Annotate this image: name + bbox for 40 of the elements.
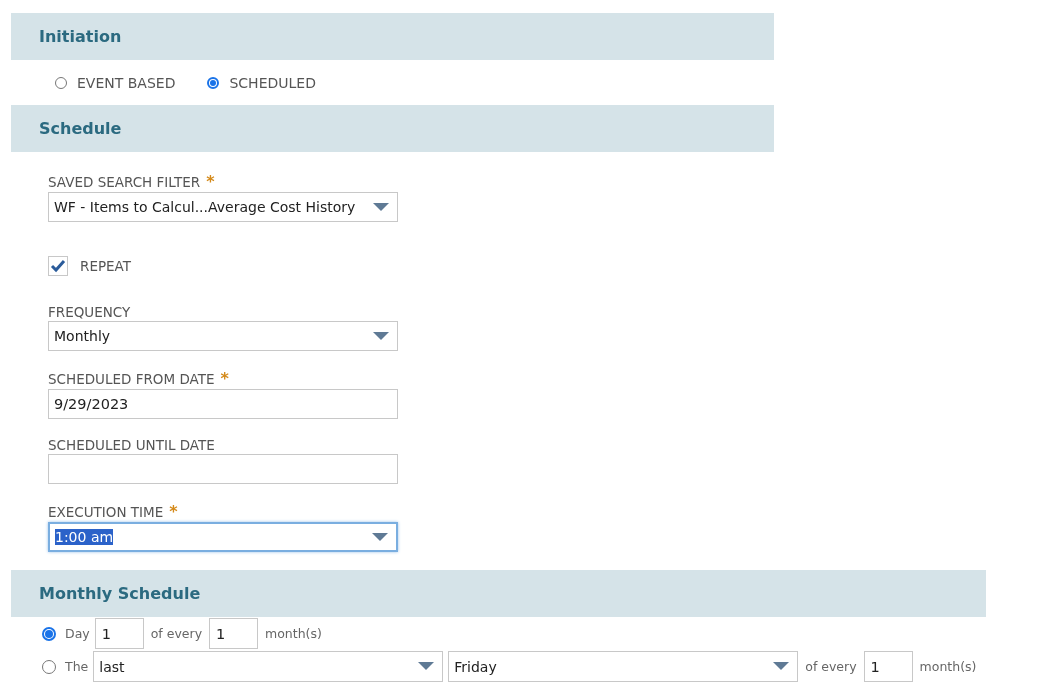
dropdown[interactable]: Friday — [448, 651, 799, 682]
required-mark: * — [220, 369, 229, 388]
field-label: EXECUTION TIME — [48, 504, 164, 520]
repeat-checkbox[interactable] — [48, 256, 68, 276]
dropdown[interactable]: last — [93, 651, 444, 682]
field-label: month(s) — [918, 659, 978, 674]
radio-icon[interactable] — [42, 659, 56, 674]
radio-option[interactable]: EVENT BASED — [55, 74, 176, 91]
dropdown[interactable]: WF - Items to Calcul...Average Cost History — [48, 192, 398, 222]
required-mark: * — [206, 172, 215, 191]
field-label: The — [65, 659, 89, 674]
radio-icon[interactable] — [207, 76, 220, 89]
field-label: REPEAT — [80, 257, 131, 274]
radio-option[interactable]: SCHEDULED — [207, 74, 316, 91]
section-header: Initiation — [11, 13, 774, 60]
input-field[interactable]: 1 — [863, 651, 913, 682]
field-label: FREQUENCY — [48, 304, 131, 320]
field-label: SCHEDULED UNTIL DATE — [48, 437, 215, 453]
radio-icon[interactable] — [42, 626, 56, 641]
caret-icon — [418, 662, 435, 671]
field-label: month(s) — [264, 626, 323, 641]
field-label: Day — [65, 626, 90, 641]
required-mark: * — [169, 502, 178, 521]
caret-icon — [373, 202, 389, 212]
section-header: Schedule — [11, 105, 774, 152]
radio-icon[interactable] — [55, 76, 67, 89]
input-field[interactable]: 9/29/2023 — [48, 389, 398, 419]
caret-icon — [773, 662, 790, 671]
field-label: of every — [804, 659, 858, 674]
caret-icon — [373, 331, 389, 341]
input-field[interactable]: 1 — [94, 618, 144, 649]
dropdown[interactable]: Monthly — [48, 321, 398, 351]
input-field[interactable]: 1 — [209, 618, 259, 649]
field-label: SCHEDULED FROM DATE — [48, 371, 215, 387]
section-header: Monthly Schedule — [11, 570, 986, 617]
dropdown[interactable]: 1:00 am — [48, 522, 398, 552]
input-field[interactable] — [48, 454, 398, 484]
field-label: of every — [149, 626, 204, 641]
caret-icon — [372, 532, 388, 542]
field-label: SAVED SEARCH FILTER — [48, 174, 201, 190]
